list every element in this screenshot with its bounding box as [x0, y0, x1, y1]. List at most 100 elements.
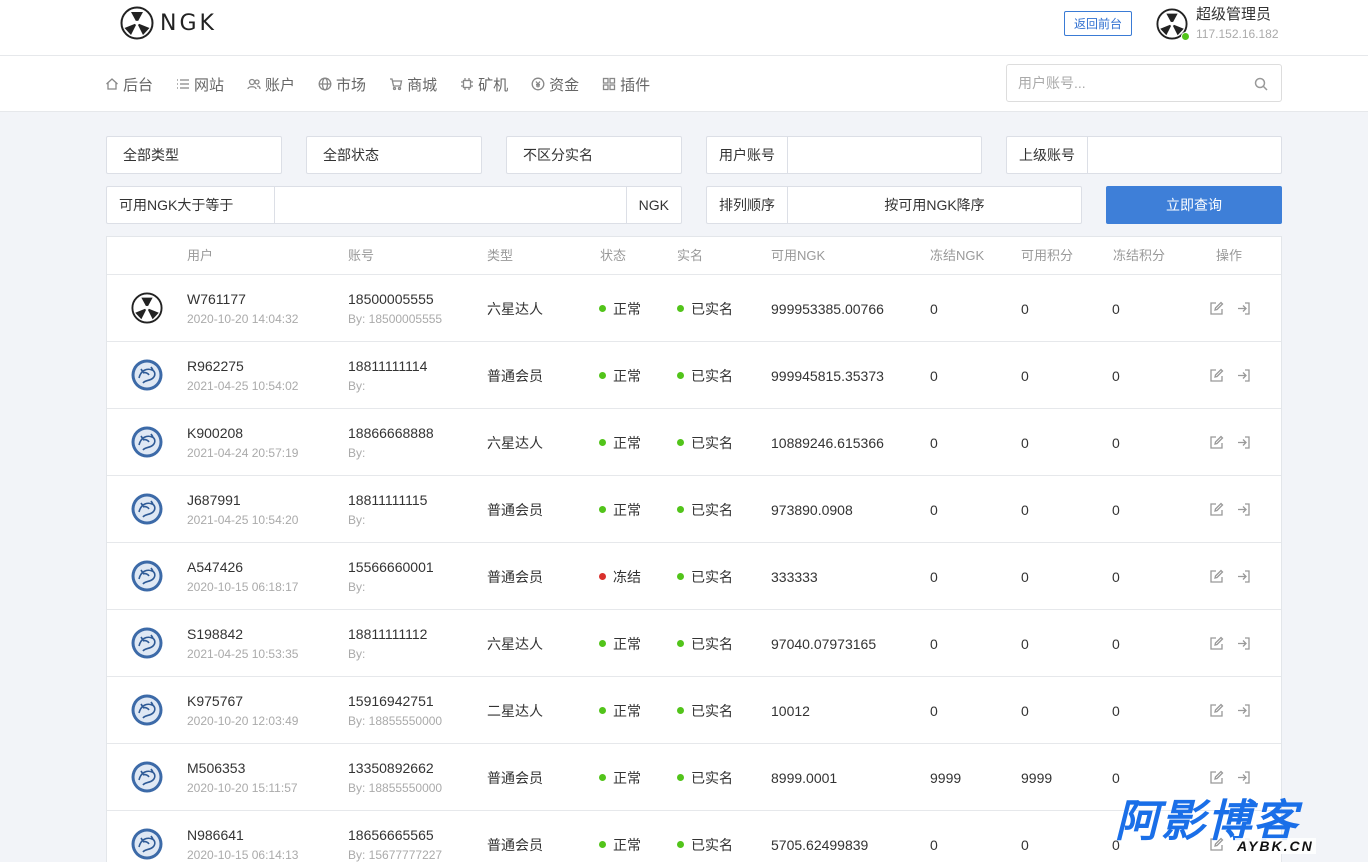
edit-icon[interactable]	[1209, 569, 1224, 584]
login-icon[interactable]	[1236, 703, 1251, 718]
login-icon[interactable]	[1236, 636, 1251, 651]
user-avatar	[131, 426, 163, 458]
table-row: K900208 2021-04-24 20:57:19 18866668888 …	[107, 409, 1281, 476]
user-id[interactable]: A547426	[187, 559, 298, 575]
col-realname: 实名	[677, 248, 704, 263]
col-user: 用户	[187, 248, 214, 263]
status-select[interactable]: 全部状态	[306, 136, 482, 174]
status-text: 正常	[613, 434, 641, 451]
user-type: 六星达人	[487, 434, 543, 451]
logo-text: NGK	[160, 10, 217, 36]
user-id[interactable]: K975767	[187, 693, 298, 709]
dragon-avatar-icon	[131, 694, 163, 726]
realname-dot	[677, 640, 684, 647]
parent-account-input[interactable]	[1088, 137, 1281, 173]
logo[interactable]: NGK	[120, 6, 217, 40]
table-body: W761177 2020-10-20 14:04:32 18500005555 …	[107, 275, 1281, 862]
col-frozen-points: 冻结积分	[1113, 248, 1166, 263]
frozen-ngk: 0	[930, 568, 938, 585]
edit-icon[interactable]	[1209, 770, 1224, 785]
referrer: By: 18855550000	[348, 781, 443, 795]
user-avatar	[131, 560, 163, 592]
realname-select[interactable]: 不区分实名	[506, 136, 682, 174]
watermark: 阿影博客 AYBK.CN	[1115, 798, 1355, 858]
login-icon[interactable]	[1236, 770, 1251, 785]
list-icon	[177, 79, 190, 89]
realname-text: 已实名	[691, 635, 733, 652]
account-number: 18811111114	[348, 358, 428, 374]
nav-item-plugins[interactable]: 插件	[602, 74, 650, 95]
status-dot	[599, 305, 606, 312]
user-id[interactable]: R962275	[187, 358, 298, 374]
search-box	[1006, 64, 1282, 102]
status-text: 正常	[613, 635, 641, 652]
user-avatar	[131, 359, 163, 391]
available-points: 0	[1021, 568, 1029, 585]
account-number: 15916942751	[348, 693, 434, 709]
login-icon[interactable]	[1236, 502, 1251, 517]
login-icon[interactable]	[1236, 368, 1251, 383]
user-id[interactable]: J687991	[187, 492, 298, 508]
available-ngk: 973890.0908	[771, 501, 853, 518]
edit-icon[interactable]	[1209, 368, 1224, 383]
user-id[interactable]: S198842	[187, 626, 298, 642]
nav-item-website[interactable]: 网站	[176, 74, 224, 95]
search-input[interactable]	[1007, 65, 1237, 101]
nav-item-mall[interactable]: 商城	[389, 74, 437, 95]
available-points: 0	[1021, 300, 1029, 317]
type-select[interactable]: 全部类型	[106, 136, 282, 174]
edit-icon[interactable]	[1209, 703, 1224, 718]
edit-icon[interactable]	[1209, 301, 1224, 316]
user-type: 普通会员	[487, 501, 543, 518]
table-row: R962275 2021-04-25 10:54:02 18811111114 …	[107, 342, 1281, 409]
user-type: 普通会员	[487, 836, 543, 853]
user-table: 用户 账号 类型 状态 实名 可用NGK 冻结NGK 可用积分 冻结积分 操作 …	[106, 236, 1282, 862]
dragon-avatar-icon	[131, 493, 163, 525]
account-input[interactable]	[788, 137, 981, 173]
table-row: M506353 2020-10-20 15:11:57 13350892662 …	[107, 744, 1281, 811]
status-dot	[599, 439, 606, 446]
status-dot	[599, 707, 606, 714]
admin-profile[interactable]: 超级管理员 117.152.16.182	[1156, 6, 1279, 41]
account-number: 18866668888	[348, 425, 434, 441]
user-avatar	[131, 292, 163, 324]
register-time: 2021-04-25 10:54:20	[187, 513, 299, 527]
register-time: 2020-10-20 14:04:32	[187, 312, 299, 326]
nav-item-market[interactable]: 市场	[318, 74, 366, 95]
ngk-avatar-icon	[131, 292, 163, 324]
register-time: 2020-10-15 06:14:13	[187, 848, 299, 862]
frozen-ngk: 0	[930, 702, 938, 719]
parent-account-filter: 上级账号	[1006, 136, 1282, 174]
status-text: 冻结	[613, 568, 641, 585]
nav-item-funds[interactable]: 资金	[531, 74, 579, 95]
edit-icon[interactable]	[1209, 502, 1224, 517]
referrer: By: 18855550000	[348, 714, 443, 728]
nav-item-miner[interactable]: 矿机	[460, 74, 508, 95]
sort-order-filter[interactable]: 排列顺序 按可用NGK降序	[706, 186, 1082, 224]
user-id[interactable]: W761177	[187, 291, 298, 307]
search-icon[interactable]	[1254, 77, 1268, 91]
edit-icon[interactable]	[1209, 435, 1224, 450]
realname-text: 已实名	[691, 434, 733, 451]
users-icon	[247, 78, 261, 90]
query-button[interactable]: 立即查询	[1106, 186, 1282, 224]
table-header: 用户 账号 类型 状态 实名 可用NGK 冻结NGK 可用积分 冻结积分 操作	[107, 237, 1281, 275]
ngk-min-input[interactable]	[275, 187, 626, 223]
login-icon[interactable]	[1236, 301, 1251, 316]
edit-icon[interactable]	[1209, 636, 1224, 651]
frozen-points: 0	[1112, 635, 1120, 652]
user-id[interactable]: M506353	[187, 760, 298, 776]
user-type: 普通会员	[487, 367, 543, 384]
col-frozen-ngk: 冻结NGK	[930, 248, 985, 263]
user-id[interactable]: K900208	[187, 425, 298, 441]
col-points: 可用积分	[1021, 248, 1074, 263]
frozen-points: 0	[1112, 568, 1120, 585]
login-icon[interactable]	[1236, 435, 1251, 450]
nav-item-accounts[interactable]: 账户	[247, 74, 295, 95]
back-to-frontend-button[interactable]: 返回前台	[1064, 11, 1132, 36]
available-ngk: 5705.62499839	[771, 836, 869, 853]
login-icon[interactable]	[1236, 569, 1251, 584]
user-id[interactable]: N986641	[187, 827, 298, 843]
nav-item-dashboard[interactable]: 后台	[105, 74, 153, 95]
admin-ip: 117.152.16.182	[1196, 27, 1279, 41]
